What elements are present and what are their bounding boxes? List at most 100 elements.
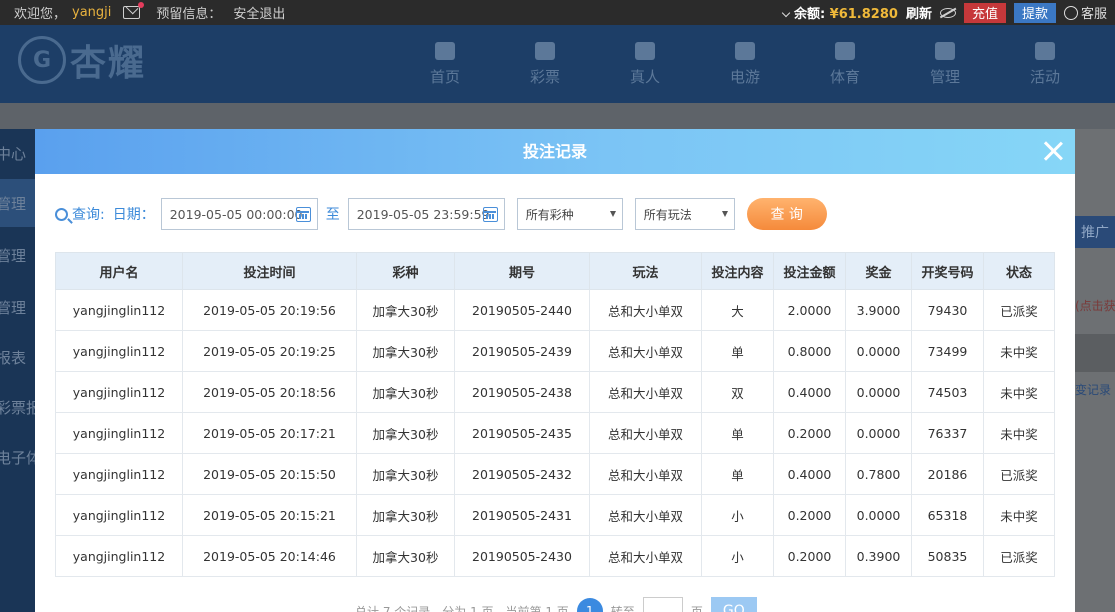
side-menu-item[interactable]: 管理 bbox=[0, 231, 35, 279]
side-menu-item[interactable]: 中心 bbox=[0, 129, 35, 177]
table-cell: 未中奖 bbox=[983, 371, 1055, 413]
table-cell: yangjinglin112 bbox=[55, 371, 183, 413]
table-cell: 未中奖 bbox=[983, 412, 1055, 454]
table-row[interactable]: yangjinglin112 2019-05-05 20:15:50 加拿大30秒 2… bbox=[55, 453, 1055, 495]
customer-service-link[interactable]: 客服 bbox=[1063, 3, 1107, 22]
nav-home[interactable]: 首页 bbox=[395, 42, 495, 87]
change-record-link[interactable]: 变记录 bbox=[1075, 381, 1111, 398]
logo-text: 杏耀 bbox=[70, 43, 147, 84]
column-header: 投注金额 bbox=[773, 252, 846, 290]
page-number-current[interactable]: 1 bbox=[576, 598, 603, 612]
balance: 余额: ¥61.8280 bbox=[781, 3, 898, 22]
dropdown-arrow-icon bbox=[721, 211, 728, 217]
table-cell: 2.0000 bbox=[773, 289, 846, 331]
table-cell: yangjinglin112 bbox=[55, 453, 183, 495]
balance-amount: ¥61.8280 bbox=[829, 7, 898, 22]
table-cell: 0.0000 bbox=[845, 330, 912, 372]
nav-lottery[interactable]: 彩票 bbox=[495, 42, 595, 87]
end-date-input[interactable]: 2019-05-05 23:59:59 bbox=[347, 198, 505, 230]
table-row[interactable]: yangjinglin112 2019-05-05 20:19:56 加拿大30秒 2… bbox=[55, 289, 1055, 331]
slot-machine-icon bbox=[735, 42, 755, 60]
nav-live[interactable]: 真人 bbox=[595, 42, 695, 87]
modal-title: 投注记录 bbox=[522, 142, 587, 161]
table-cell: 0.0000 bbox=[845, 494, 912, 536]
right-panel-block bbox=[1075, 334, 1115, 372]
table-cell: 总和大小单双 bbox=[589, 453, 702, 495]
promo-tab[interactable]: 推广 bbox=[1075, 216, 1115, 248]
table-cell: 加拿大30秒 bbox=[356, 330, 455, 372]
modal-header: 投注记录 bbox=[35, 129, 1075, 174]
table-cell: 已派奖 bbox=[983, 289, 1055, 331]
column-header: 状态 bbox=[983, 252, 1055, 290]
mail-icon[interactable] bbox=[123, 2, 145, 19]
notification-dot bbox=[138, 2, 145, 8]
nav-label: 电游 bbox=[729, 68, 760, 86]
go-button[interactable]: GO bbox=[710, 597, 757, 612]
users-icon bbox=[935, 42, 955, 60]
table-cell: 2019-05-05 20:17:21 bbox=[182, 412, 357, 454]
table-cell: 50835 bbox=[911, 535, 984, 577]
table-cell: 总和大小单双 bbox=[589, 371, 702, 413]
sub-bar bbox=[0, 103, 1115, 129]
table-row[interactable]: yangjinglin112 2019-05-05 20:15:21 加拿大30秒 2… bbox=[55, 494, 1055, 536]
nav-sports[interactable]: 体育 bbox=[795, 42, 895, 87]
calendar-icon[interactable] bbox=[482, 207, 498, 222]
start-date-input[interactable]: 2019-05-05 00:00:00 bbox=[160, 198, 318, 230]
deposit-button[interactable]: 充值 bbox=[963, 2, 1006, 23]
table-cell: 20190505-2438 bbox=[454, 371, 590, 413]
nav-label: 真人 bbox=[629, 68, 660, 86]
page-jump-input[interactable] bbox=[642, 597, 683, 612]
side-menu-item[interactable]: 管理 bbox=[0, 283, 35, 331]
table-cell: 2019-05-05 20:19:25 bbox=[182, 330, 357, 372]
table-cell: 已派奖 bbox=[983, 453, 1055, 495]
calendar-icon[interactable] bbox=[295, 207, 311, 222]
table-cell: 大 bbox=[701, 289, 774, 331]
table-cell: 已派奖 bbox=[983, 535, 1055, 577]
logout-link[interactable]: 安全退出 bbox=[233, 3, 285, 22]
table-cell: 20186 bbox=[911, 453, 984, 495]
table-cell: 加拿大30秒 bbox=[356, 535, 455, 577]
withdraw-button[interactable]: 提款 bbox=[1013, 2, 1056, 23]
side-menu-item[interactable]: 管理 bbox=[0, 179, 35, 227]
table-body: yangjinglin112 2019-05-05 20:19:56 加拿大30秒 2… bbox=[55, 289, 1055, 577]
column-header: 投注时间 bbox=[182, 252, 357, 290]
table-cell: 小 bbox=[701, 535, 774, 577]
side-menu-item[interactable]: 彩票报 bbox=[0, 383, 35, 431]
site-logo[interactable]: G 杏耀 bbox=[18, 34, 146, 86]
close-icon[interactable] bbox=[1043, 141, 1063, 161]
table-cell: 加拿大30秒 bbox=[356, 412, 455, 454]
table-cell: 0.0000 bbox=[845, 371, 912, 413]
table-cell: 0.8000 bbox=[773, 330, 846, 372]
table-cell: 总和大小单双 bbox=[589, 289, 702, 331]
query-label: 查询: bbox=[72, 207, 105, 223]
table-cell: 加拿大30秒 bbox=[356, 453, 455, 495]
refresh-link[interactable]: 刷新 bbox=[906, 3, 932, 22]
top-bar: 欢迎您， yangji 预留信息： 安全退出 余额: ¥61.8280 刷新 充… bbox=[0, 0, 1115, 25]
table-cell: 0.0000 bbox=[845, 412, 912, 454]
table-cell: 74503 bbox=[911, 371, 984, 413]
table-cell: 单 bbox=[701, 330, 774, 372]
side-menu-item[interactable]: 报表 bbox=[0, 333, 35, 381]
right-panel: 推广 (点击获 变记录 bbox=[1075, 129, 1115, 612]
table-cell: 2019-05-05 20:19:56 bbox=[182, 289, 357, 331]
query-button[interactable]: 查 询 bbox=[746, 198, 827, 230]
logo-mark: G bbox=[18, 36, 66, 84]
column-header: 用户名 bbox=[55, 252, 183, 290]
table-cell: yangjinglin112 bbox=[55, 412, 183, 454]
chevron-down-icon[interactable] bbox=[781, 8, 791, 18]
table-row[interactable]: yangjinglin112 2019-05-05 20:18:56 加拿大30秒 2… bbox=[55, 371, 1055, 413]
play-select[interactable]: 所有玩法 bbox=[634, 198, 735, 230]
side-menu-item[interactable]: 电子体 bbox=[0, 433, 35, 481]
table-cell: 总和大小单双 bbox=[589, 412, 702, 454]
nav-manage[interactable]: 管理 bbox=[895, 42, 995, 87]
nav-events[interactable]: 活动 bbox=[995, 42, 1095, 87]
hide-balance-icon[interactable] bbox=[939, 7, 956, 18]
table-row[interactable]: yangjinglin112 2019-05-05 20:14:46 加拿大30秒 2… bbox=[55, 535, 1055, 577]
table-row[interactable]: yangjinglin112 2019-05-05 20:17:21 加拿大30秒 2… bbox=[55, 412, 1055, 454]
lottery-select[interactable]: 所有彩种 bbox=[516, 198, 623, 230]
table-cell: 单 bbox=[701, 453, 774, 495]
table-row[interactable]: yangjinglin112 2019-05-05 20:19:25 加拿大30秒 2… bbox=[55, 330, 1055, 372]
dropdown-arrow-icon bbox=[609, 211, 616, 217]
nav-slots[interactable]: 电游 bbox=[695, 42, 795, 87]
table-cell: 20190505-2439 bbox=[454, 330, 590, 372]
